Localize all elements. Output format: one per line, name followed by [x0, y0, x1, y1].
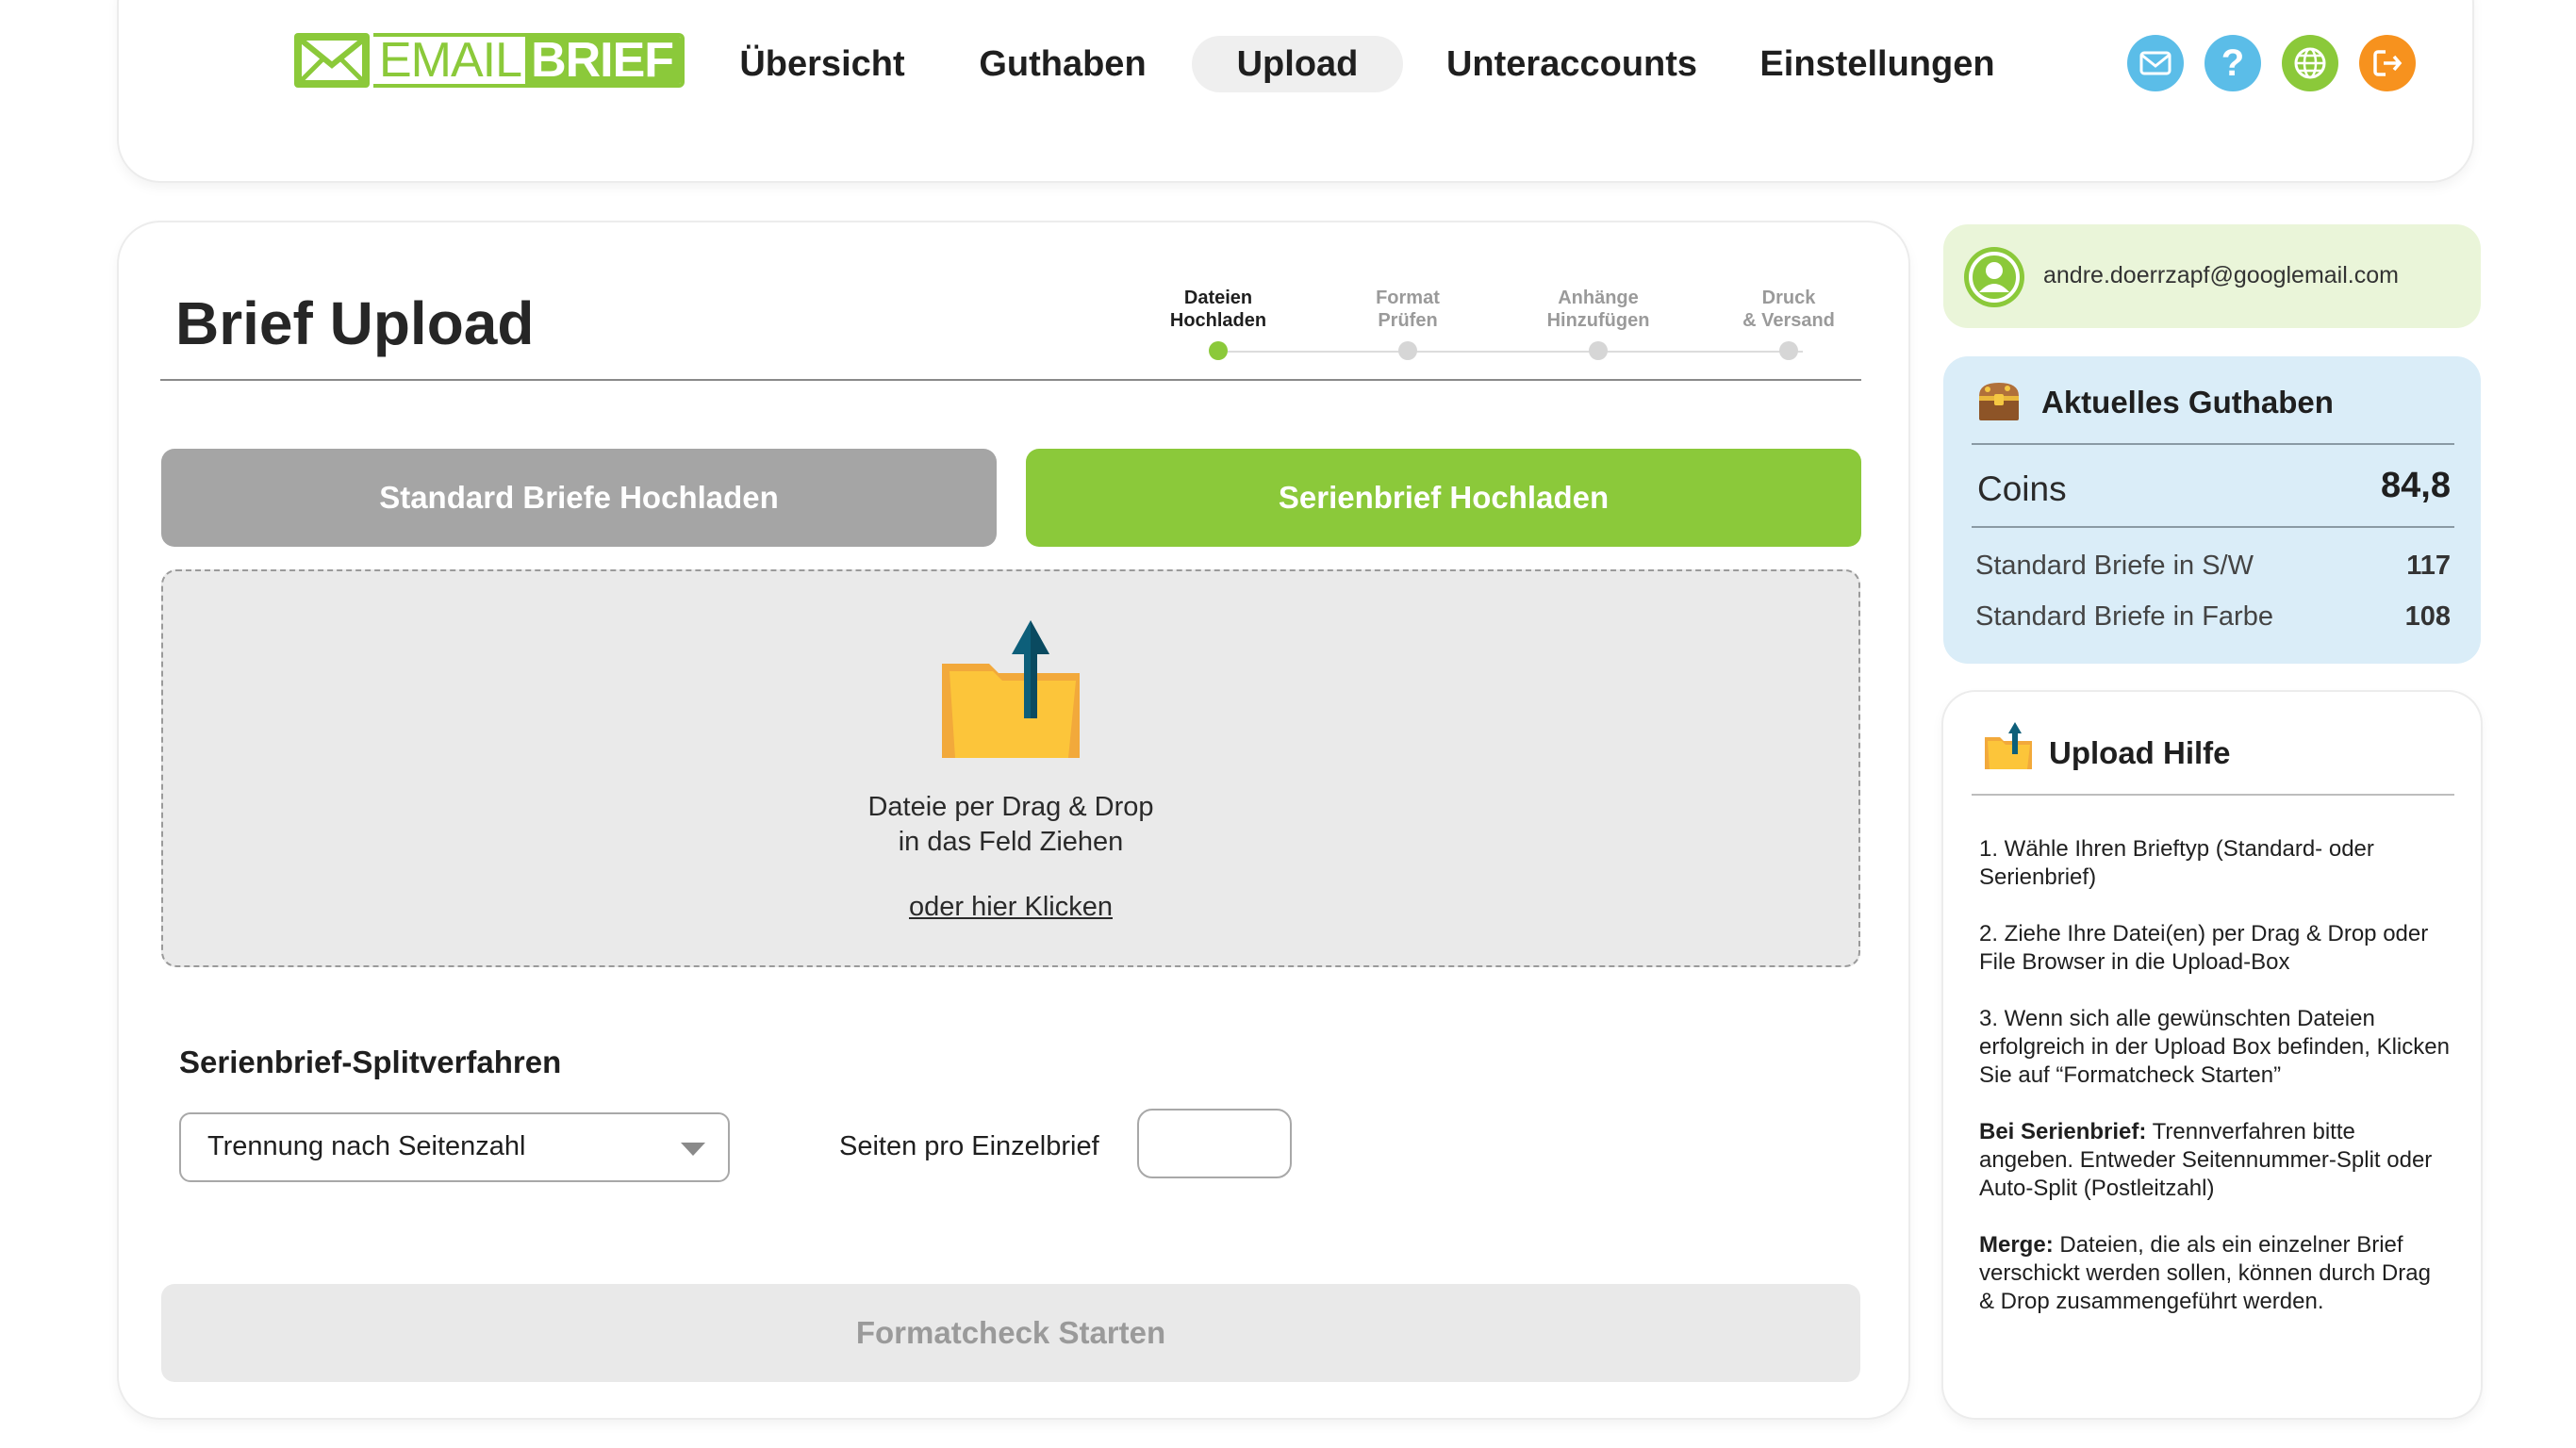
balance-row-label-farbe: Standard Briefe in Farbe	[1975, 601, 2273, 632]
logout-icon[interactable]	[2359, 35, 2416, 91]
balance-divider	[1972, 526, 2454, 528]
nav-item-uebersicht[interactable]: Übersicht	[718, 36, 926, 92]
dropzone-instruction-line2: in das Feld Ziehen	[898, 827, 1124, 857]
chevron-down-icon	[681, 1143, 705, 1156]
nav-item-guthaben[interactable]: Guthaben	[964, 36, 1162, 92]
file-dropzone[interactable]: Dateie per Drag & Drop in das Feld Ziehe…	[161, 569, 1860, 967]
split-method-select[interactable]: Trennung nach Seitenzahl	[179, 1112, 730, 1182]
balance-row-value-farbe: 108	[2404, 601, 2451, 632]
help-step-3: 3. Wenn sich alle gewünschten Dateien er…	[1979, 1006, 2450, 1088]
upload-help-card: Upload Hilfe 1. Wähle Ihren Brieftyp (St…	[1943, 692, 2481, 1418]
split-method-selected-value: Trennung nach Seitenzahl	[207, 1131, 526, 1161]
help-instructions: 1. Wähle Ihren Brieftyp (Standard- oder …	[1979, 835, 2451, 1344]
page-title: Brief Upload	[175, 289, 535, 357]
nav-item-einstellungen[interactable]: Einstellungen	[1741, 36, 2014, 92]
balance-card: Aktuelles Guthaben Coins 84,8 Standard B…	[1943, 356, 2481, 664]
user-account-card[interactable]: andre.doerrzapf@googlemail.com	[1943, 224, 2481, 328]
user-email: andre.doerrzapf@googlemail.com	[2043, 262, 2399, 288]
envelope-logo-icon	[294, 33, 370, 88]
help-note-merge: Merge: Dateien, die als ein einzelner Br…	[1979, 1232, 2431, 1314]
step-progress-line	[1228, 351, 1803, 353]
balance-divider	[1972, 443, 2454, 445]
help-title: Upload Hilfe	[2049, 735, 2231, 770]
formatcheck-start-button[interactable]: Formatcheck Starten	[161, 1284, 1860, 1382]
help-step-1: 1. Wähle Ihren Brieftyp (Standard- oder …	[1979, 836, 2374, 890]
balance-row-label-sw: Standard Briefe in S/W	[1975, 551, 2254, 581]
globe-icon[interactable]	[2282, 35, 2338, 91]
top-navigation-bar: EMAIL BRIEF Übersicht Guthaben Upload Un…	[119, 0, 2472, 181]
step-dot-3	[1589, 341, 1608, 360]
help-step-2: 2. Ziehe Ihre Datei(en) per Drag & Drop …	[1979, 921, 2429, 975]
title-divider	[160, 379, 1861, 381]
standard-briefe-upload-button[interactable]: Standard Briefe Hochladen	[161, 449, 997, 547]
step-label-druck-versand: Druck & Versand	[1742, 288, 1835, 331]
logo-text-brief: BRIEF	[525, 37, 682, 84]
dropzone-instruction-line1: Dateie per Drag & Drop	[867, 792, 1154, 822]
step-label-dateien-hochladen: Dateien Hochladen	[1169, 288, 1267, 331]
help-divider	[1972, 794, 2454, 796]
balance-row-value-sw: 117	[2406, 551, 2451, 581]
pages-per-letter-input[interactable]	[1137, 1109, 1292, 1178]
nav-item-unteraccounts[interactable]: Unteraccounts	[1435, 36, 1709, 92]
logo-text-email: EMAIL	[373, 37, 526, 84]
help-note-serienbrief: Bei Serienbrief: Trennverfahren bitte an…	[1979, 1119, 2433, 1201]
emailbrief-logo[interactable]: EMAIL BRIEF	[294, 32, 685, 89]
serienbrief-upload-button[interactable]: Serienbrief Hochladen	[1026, 449, 1861, 547]
step-label-anhaenge-hinzufuegen: Anhänge Hinzufügen	[1546, 288, 1650, 331]
step-dot-1	[1209, 341, 1228, 360]
folder-upload-icon	[942, 620, 1080, 758]
nav-item-upload[interactable]: Upload	[1192, 36, 1403, 92]
help-icon[interactable]: ?	[2204, 35, 2261, 91]
balance-title: Aktuelles Guthaben	[2041, 385, 2334, 420]
mail-icon[interactable]	[2127, 35, 2184, 91]
folder-upload-icon	[1985, 722, 2032, 769]
upload-card: Brief Upload Dateien Hochladen Format Prüf…	[119, 222, 1908, 1418]
coins-value: 84,8	[2381, 466, 2451, 505]
step-label-format-pruefen: Format Prüfen	[1376, 288, 1440, 331]
step-dot-2	[1398, 341, 1417, 360]
file-browser-link[interactable]: oder hier Klicken	[909, 892, 1113, 922]
pages-per-letter-label: Seiten pro Einzelbrief	[839, 1131, 1099, 1161]
treasure-chest-icon	[1979, 383, 2019, 420]
split-method-heading: Serienbrief-Splitverfahren	[179, 1045, 562, 1079]
step-dot-4	[1779, 341, 1798, 360]
coins-label: Coins	[1977, 469, 2067, 508]
avatar-icon	[1964, 247, 2024, 307]
